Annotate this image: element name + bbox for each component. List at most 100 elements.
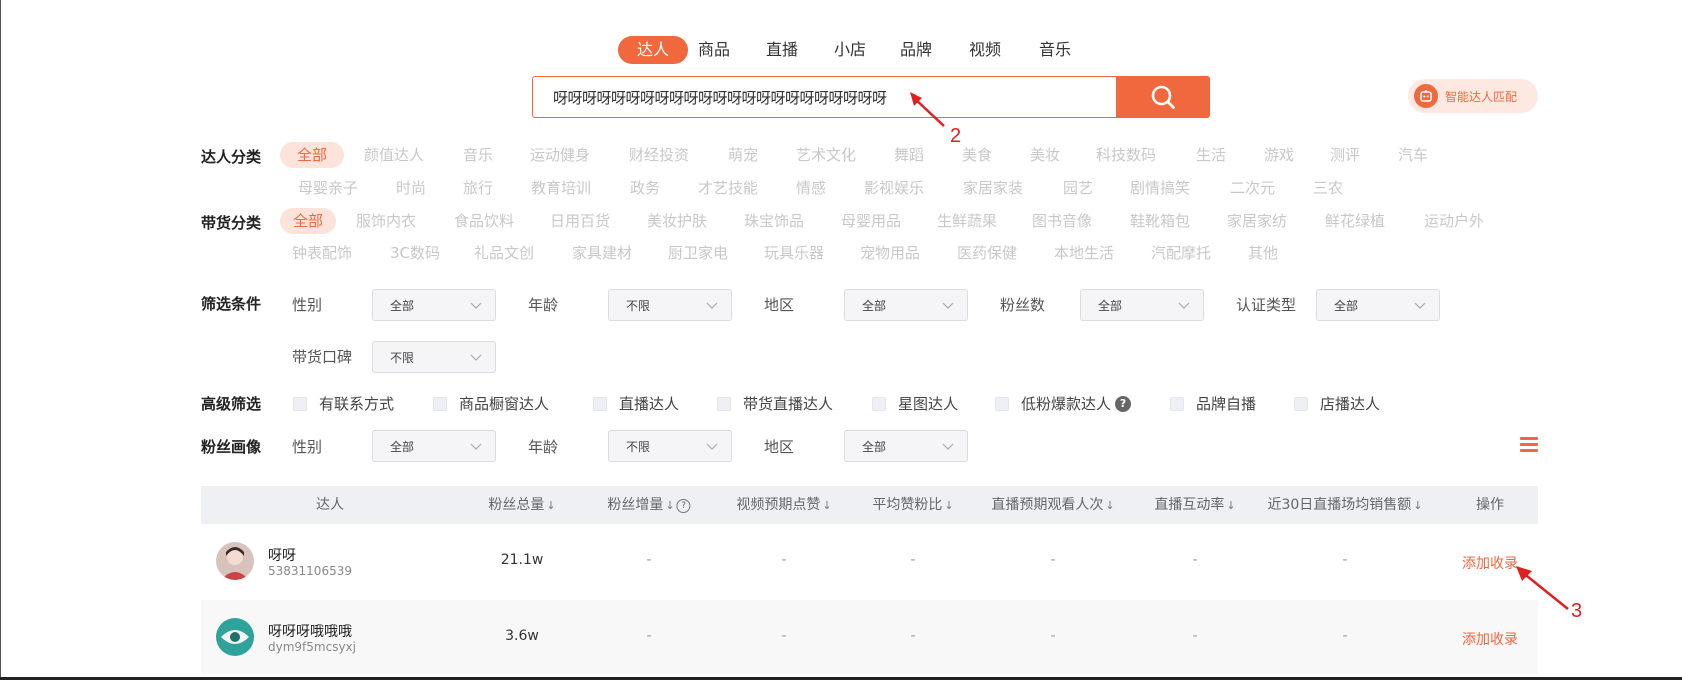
tab-video[interactable]: 视频 [969,36,1001,64]
talent-cat-item[interactable]: 旅行 [463,175,493,201]
talent-cat-item[interactable]: 剧情搞笑 [1130,175,1190,201]
tab-shop[interactable]: 小店 [834,36,866,64]
goods-cat-item[interactable]: 其他 [1248,240,1278,266]
tab-goods[interactable]: 商品 [698,36,730,64]
goods-cat-item[interactable]: 日用百货 [550,208,610,234]
talent-cat-item[interactable]: 科技数码 [1096,142,1156,168]
goods-cat-item[interactable]: 美妆护肤 [647,208,707,234]
talent-cat-item[interactable]: 二次元 [1230,175,1275,201]
adv-xingtu-checkbox[interactable]: 星图达人 [872,393,958,414]
talent-cat-item[interactable]: 教育培训 [531,175,591,201]
checkbox-icon [872,396,886,411]
filter-reputation-select[interactable]: 不限 [372,341,496,373]
talent-cat-item[interactable]: 游戏 [1264,142,1294,168]
goods-cat-item[interactable]: 医药保健 [957,240,1017,266]
adv-store-live-checkbox[interactable]: 店播达人 [1294,393,1380,414]
adv-low-fans-checkbox[interactable]: 低粉爆款达人? [995,393,1132,414]
talent-cat-item[interactable]: 政务 [630,175,660,201]
search-button[interactable] [1116,76,1210,118]
tab-talent[interactable]: 达人 [618,36,689,64]
talent-cat-item[interactable]: 情感 [796,175,826,201]
adv-contact-checkbox[interactable]: 有联系方式 [293,393,394,414]
talent-cat-item[interactable]: 时尚 [396,175,426,201]
fans-region-select[interactable]: 全部 [844,430,968,462]
tab-music[interactable]: 音乐 [1039,36,1071,64]
talent-cat-item[interactable]: 艺术文化 [796,142,856,168]
robot-icon [1414,84,1438,108]
goods-cat-item[interactable]: 宠物用品 [860,240,920,266]
adv-brand-live-checkbox[interactable]: 品牌自播 [1170,393,1256,414]
talent-cat-item[interactable]: 运动健身 [530,142,590,168]
tab-brand[interactable]: 品牌 [900,36,932,64]
col-video-likes[interactable]: 视频预期点赞 ↓ [736,486,831,524]
fans-gender-select[interactable]: 全部 [372,430,496,462]
goods-cat-item[interactable]: 服饰内衣 [356,208,416,234]
talent-cat-item[interactable]: 才艺技能 [698,175,758,201]
goods-cat-item[interactable]: 鲜花绿植 [1325,208,1385,234]
talent-name[interactable]: 呀呀呀哦哦哦 [268,621,352,641]
talent-cat-item[interactable]: 财经投资 [629,142,689,168]
filter-age-select[interactable]: 不限 [608,289,732,321]
goods-cat-item[interactable]: 3C数码 [390,240,440,266]
goods-cat-all[interactable]: 全部 [280,208,336,234]
col-live-sales[interactable]: 近30日直播场均销售额 ↓ [1267,486,1422,524]
talent-cat-all[interactable]: 全部 [280,142,344,168]
talent-cat-item[interactable]: 母婴亲子 [298,175,358,201]
goods-cat-item[interactable]: 礼品文创 [474,240,534,266]
goods-cat-item[interactable]: 食品饮料 [454,208,514,234]
goods-cat-item[interactable]: 厨卫家电 [668,240,728,266]
goods-cat-item[interactable]: 生鲜蔬果 [937,208,997,234]
goods-cat-item[interactable]: 钟表配饰 [292,240,352,266]
goods-cat-item[interactable]: 家具建材 [572,240,632,266]
adv-option-label: 带货直播达人 [743,395,834,413]
avatar[interactable] [216,542,254,580]
adv-sales-live-checkbox[interactable]: 带货直播达人 [717,393,833,414]
goods-cat-item[interactable]: 母婴用品 [841,208,901,234]
adv-option-label: 星图达人 [898,395,959,413]
smart-match-button[interactable]: 智能达人匹配 [1408,79,1538,113]
col-fans-growth[interactable]: 粉丝增量 ↓? [607,486,691,524]
talent-cat-item[interactable]: 汽车 [1398,142,1428,168]
filter-cert-select[interactable]: 全部 [1316,289,1440,321]
search-input[interactable]: 呀呀呀呀呀呀呀呀呀呀呀呀呀呀呀呀呀呀呀呀呀呀呀 [532,76,1116,118]
filter-fans-select[interactable]: 全部 [1080,289,1204,321]
adv-option-label: 商品橱窗达人 [459,395,550,413]
goods-cat-item[interactable]: 鞋靴箱包 [1130,208,1190,234]
talent-cat-item[interactable]: 音乐 [463,142,493,168]
talent-cat-item[interactable]: 萌宠 [728,142,758,168]
talent-cat-item[interactable]: 颜值达人 [364,142,424,168]
fans-age-select[interactable]: 不限 [608,430,732,462]
adv-showcase-checkbox[interactable]: 商品橱窗达人 [433,393,549,414]
add-record-button[interactable]: 添加收录 [1462,629,1518,649]
talent-name[interactable]: 呀呀 [268,545,296,565]
col-live-interaction[interactable]: 直播互动率 ↓ [1154,486,1235,524]
help-icon[interactable]: ? [1115,395,1132,412]
col-total-fans[interactable]: 粉丝总量 ↓ [488,486,555,524]
menu-icon[interactable] [1520,437,1538,453]
col-like-fan-ratio[interactable]: 平均赞粉比 ↓ [872,486,953,524]
goods-cat-item[interactable]: 汽配摩托 [1151,240,1211,266]
goods-cat-item[interactable]: 玩具乐器 [764,240,824,266]
talent-cat-item[interactable]: 美食 [962,142,992,168]
col-live-views[interactable]: 直播预期观看人次 ↓ [991,486,1114,524]
filter-region-select[interactable]: 全部 [844,289,968,321]
sort-icon: ↓ [665,499,675,512]
talent-cat-item[interactable]: 美妆 [1030,142,1060,168]
goods-cat-item[interactable]: 家居家纺 [1227,208,1287,234]
talent-cat-item[interactable]: 测评 [1330,142,1360,168]
talent-cat-item[interactable]: 影视娱乐 [864,175,924,201]
talent-cat-item[interactable]: 三农 [1313,175,1343,201]
goods-cat-item[interactable]: 运动户外 [1424,208,1484,234]
adv-live-checkbox[interactable]: 直播达人 [593,393,679,414]
talent-cat-item[interactable]: 园艺 [1063,175,1093,201]
fans-region-value: 全部 [862,439,887,454]
talent-cat-item[interactable]: 生活 [1196,142,1226,168]
talent-cat-item[interactable]: 舞蹈 [894,142,924,168]
filter-gender-select[interactable]: 全部 [372,289,496,321]
tab-live[interactable]: 直播 [766,36,798,64]
goods-cat-item[interactable]: 本地生活 [1054,240,1114,266]
avatar[interactable] [216,618,254,656]
goods-cat-item[interactable]: 图书音像 [1032,208,1092,234]
goods-cat-item[interactable]: 珠宝饰品 [744,208,804,234]
talent-cat-item[interactable]: 家居家装 [963,175,1023,201]
